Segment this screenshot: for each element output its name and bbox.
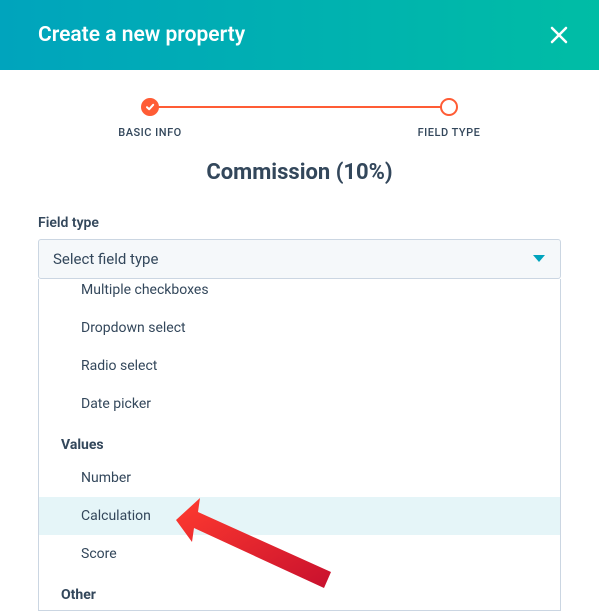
step-basic-info[interactable]: BASIC INFO <box>100 98 200 139</box>
check-icon <box>141 98 159 116</box>
option-multiple-checkboxes[interactable]: Multiple checkboxes <box>39 279 560 309</box>
option-dropdown-select[interactable]: Dropdown select <box>39 309 560 347</box>
option-calculation[interactable]: Calculation <box>39 497 560 535</box>
select-placeholder: Select field type <box>53 250 158 268</box>
chevron-down-icon <box>532 250 546 268</box>
option-radio-select[interactable]: Radio select <box>39 347 560 385</box>
modal-title: Create a new property <box>38 23 245 47</box>
modal-header: Create a new property <box>0 0 599 70</box>
group-other: Other <box>39 573 560 609</box>
step-label: BASIC INFO <box>118 126 182 139</box>
step-field-type[interactable]: FIELD TYPE <box>399 98 499 139</box>
field-type-form: Field type Select field type Multiple ch… <box>0 215 599 611</box>
stepper: BASIC INFO FIELD TYPE <box>140 98 459 138</box>
field-type-select[interactable]: Select field type <box>38 239 561 279</box>
step-circle-icon <box>440 98 458 116</box>
property-name-heading: Commission (10%) <box>0 160 599 185</box>
step-label: FIELD TYPE <box>418 126 481 139</box>
option-number[interactable]: Number <box>39 459 560 497</box>
field-type-label: Field type <box>38 215 561 231</box>
group-values: Values <box>39 423 560 459</box>
field-type-dropdown: Multiple checkboxes Dropdown select Radi… <box>38 279 561 611</box>
close-icon[interactable] <box>549 25 569 45</box>
option-date-picker[interactable]: Date picker <box>39 385 560 423</box>
option-score[interactable]: Score <box>39 535 560 573</box>
